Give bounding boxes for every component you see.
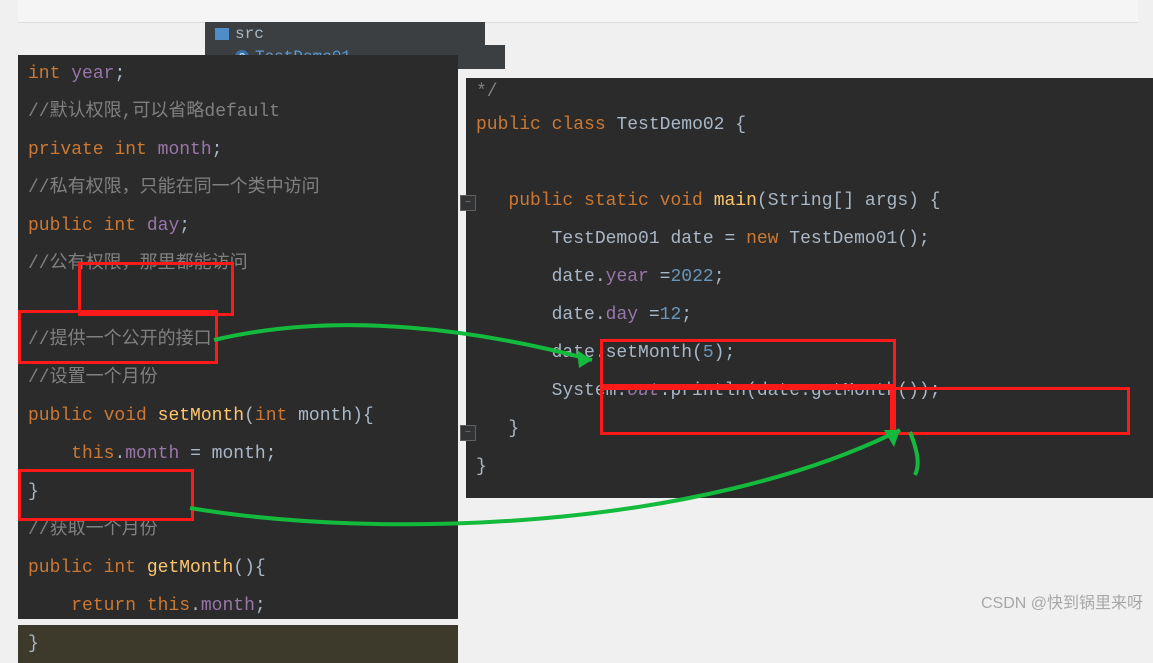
watermark: CSDN @快到锅里来呀 bbox=[981, 589, 1143, 613]
code-line: public static void main(String[] args) { bbox=[466, 182, 1153, 220]
annotation-box bbox=[890, 387, 1130, 435]
annotation-box bbox=[600, 387, 896, 435]
code-line: } bbox=[466, 448, 1153, 486]
code-comment: */ bbox=[466, 78, 1153, 106]
blank-line bbox=[466, 144, 1153, 182]
tab-src[interactable]: src bbox=[205, 22, 485, 46]
code-comment: //私有权限，只能在同一个类中访问 bbox=[18, 169, 458, 207]
code-line: private int month; bbox=[18, 131, 458, 169]
code-line: int year; bbox=[18, 55, 458, 93]
code-line: date.year =2022; bbox=[466, 258, 1153, 296]
code-line: public int day; bbox=[18, 207, 458, 245]
code-line: public class TestDemo02 { bbox=[466, 106, 1153, 144]
code-editor-right[interactable]: */ public class TestDemo02 { public stat… bbox=[466, 78, 1153, 498]
code-line: date.day =12; bbox=[466, 296, 1153, 334]
folder-icon bbox=[215, 28, 229, 40]
fold-gutter-icon[interactable]: − bbox=[460, 195, 476, 211]
tab-src-label: src bbox=[235, 25, 264, 43]
annotation-box bbox=[18, 310, 218, 364]
fold-gutter-icon[interactable]: − bbox=[460, 425, 476, 441]
top-bar bbox=[18, 0, 1138, 23]
code-line: TestDemo01 date = new TestDemo01(); bbox=[466, 220, 1153, 258]
annotation-box bbox=[78, 262, 234, 316]
code-line: public void setMonth(int month){ bbox=[18, 397, 458, 435]
annotation-box bbox=[600, 339, 896, 387]
annotation-box bbox=[18, 469, 194, 521]
code-comment: //默认权限,可以省略default bbox=[18, 93, 458, 131]
code-line: this.month = month; bbox=[18, 435, 458, 473]
code-line: public int getMonth(){ bbox=[18, 549, 458, 587]
code-line: return this.month; bbox=[18, 587, 458, 625]
code-comment: //设置一个月份 bbox=[18, 359, 458, 397]
code-line: } bbox=[18, 625, 458, 663]
